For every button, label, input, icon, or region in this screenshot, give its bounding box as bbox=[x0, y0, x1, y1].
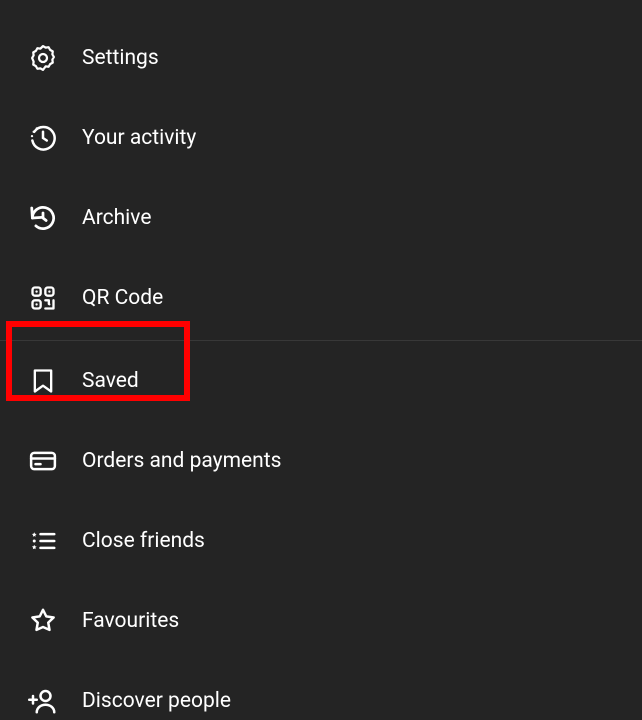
menu-item-settings[interactable]: Settings bbox=[0, 18, 642, 98]
menu-item-qr-code[interactable]: QR Code bbox=[0, 258, 642, 338]
qr-code-icon bbox=[26, 281, 60, 315]
menu-item-saved[interactable]: Saved bbox=[0, 341, 642, 421]
gear-icon bbox=[26, 41, 60, 75]
menu-item-label: Favourites bbox=[82, 609, 179, 633]
menu-item-label: Close friends bbox=[82, 529, 205, 553]
menu-item-archive[interactable]: Archive bbox=[0, 178, 642, 258]
menu-item-close-friends[interactable]: Close friends bbox=[0, 501, 642, 581]
menu-item-label: Saved bbox=[82, 369, 139, 393]
star-icon bbox=[26, 604, 60, 638]
menu-item-label: Discover people bbox=[82, 689, 231, 713]
menu-item-discover-people[interactable]: Discover people bbox=[0, 661, 642, 720]
close-friends-list-icon bbox=[26, 524, 60, 558]
bookmark-icon bbox=[26, 364, 60, 398]
menu-item-label: Archive bbox=[82, 206, 151, 230]
menu-item-label: Your activity bbox=[82, 126, 196, 150]
menu-item-your-activity[interactable]: Your activity bbox=[0, 98, 642, 178]
menu-item-label: Orders and payments bbox=[82, 449, 281, 473]
archive-history-icon bbox=[26, 201, 60, 235]
settings-menu-list: Settings Your activity Archive bbox=[0, 0, 642, 720]
activity-clock-icon bbox=[26, 121, 60, 155]
credit-card-icon bbox=[26, 444, 60, 478]
menu-item-label: Settings bbox=[82, 46, 159, 70]
menu-item-favourites[interactable]: Favourites bbox=[0, 581, 642, 661]
menu-item-label: QR Code bbox=[82, 286, 163, 310]
menu-item-orders-payments[interactable]: Orders and payments bbox=[0, 421, 642, 501]
add-person-icon bbox=[26, 684, 60, 718]
